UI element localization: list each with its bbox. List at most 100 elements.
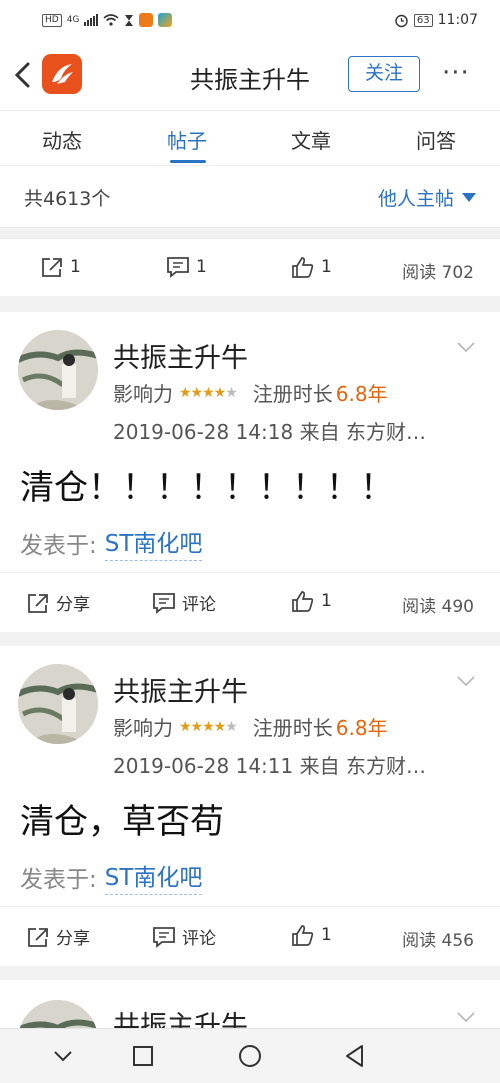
influence-label: 影响力 [113, 716, 173, 740]
avatar-painting-image [18, 664, 98, 744]
status-left: HD 4G [42, 13, 173, 27]
influence-stars: ★★★★★ [179, 384, 238, 401]
chevron-down-icon[interactable] [456, 1010, 476, 1024]
clock: 11:07 [437, 12, 478, 28]
post-time-source: 2019-06-28 14:11 来自 东方财… [113, 754, 426, 778]
username[interactable]: 共振主升牛 [113, 336, 248, 375]
user-meta: 影响力 ★★★★★ 注册时长 6.8年 [113, 712, 388, 741]
status-bar: HD 4G 63 11:07 [0, 0, 500, 40]
tab-qa[interactable]: 问答 [416, 125, 456, 154]
chevron-down-icon[interactable] [456, 340, 476, 354]
avatar-painting-image [18, 330, 98, 410]
share-label: 分享 [56, 929, 90, 949]
post-card[interactable]: 共振主升牛 影响力 ★★★★★ 注册时长 6.8年 2019-06-28 14:… [0, 312, 500, 632]
user-meta: 影响力 ★★★★★ 注册时长 6.8年 [113, 378, 388, 407]
post-content[interactable]: 清仓，草否苟 [20, 794, 224, 843]
status-right: 63 11:07 [394, 12, 478, 28]
title-bar: 共振主升牛 关注 ··· [0, 40, 500, 110]
post-actions-top: 1 1 1 阅读 702 [0, 238, 500, 296]
active-tab-indicator [170, 160, 206, 163]
share-count: 1 [70, 257, 81, 277]
thumbs-up-icon [292, 925, 314, 946]
comment-icon [153, 926, 175, 948]
comment-label: 评论 [182, 595, 216, 615]
count-bar: 共4613个 他人主帖 [0, 166, 500, 228]
nav-home-icon[interactable] [237, 1043, 263, 1069]
share-icon [28, 927, 48, 947]
like-button[interactable]: 1 [291, 924, 332, 946]
post-actions: 分享 评论 1 阅读 490 [0, 572, 500, 630]
wifi-icon [103, 14, 119, 26]
like-button[interactable]: 1 [291, 590, 332, 612]
comment-button[interactable]: 评论 [152, 590, 216, 615]
read-count: 阅读 702 [402, 263, 474, 283]
share-icon [28, 593, 48, 613]
posted-in-row: 发表于: ST南化吧 [20, 524, 203, 561]
posted-in-label: 发表于: [20, 866, 97, 893]
bar-link[interactable]: ST南化吧 [104, 858, 203, 895]
eastmoney-logo-icon [52, 64, 73, 84]
posted-in-label: 发表于: [20, 532, 97, 559]
app-notification-icon [139, 13, 154, 27]
influence-stars: ★★★★★ [179, 718, 238, 735]
hd-badge: HD [42, 13, 62, 27]
nav-recents-icon[interactable] [130, 1043, 156, 1069]
register-value: 6.8年 [335, 716, 388, 740]
username[interactable]: 共振主升牛 [113, 670, 248, 709]
register-label: 注册时长 [252, 382, 333, 406]
read-count: 阅读 456 [402, 931, 474, 951]
comment-button[interactable]: 评论 [152, 924, 216, 949]
app-notification-icon-2 [158, 13, 173, 27]
back-button[interactable] [12, 58, 40, 92]
network-type: 4G [66, 15, 80, 25]
post-count: 共4613个 [24, 188, 111, 210]
post-content[interactable]: 清仓！！！！！！！！！ [20, 460, 394, 509]
thumbs-up-icon [292, 257, 314, 278]
like-count: 1 [321, 925, 332, 945]
filter-dropdown[interactable]: 他人主帖 [378, 184, 476, 211]
battery-level: 63 [413, 13, 433, 27]
chevron-down-icon[interactable] [456, 674, 476, 688]
bar-link[interactable]: ST南化吧 [104, 524, 203, 561]
system-navigation-bar [0, 1028, 500, 1083]
comment-icon [167, 257, 189, 278]
avatar[interactable] [18, 664, 98, 744]
comment-label: 评论 [182, 929, 216, 949]
post-card[interactable]: 共振主升牛 影响力 ★★★★★ 注册时长 6.8年 2019-06-28 14:… [0, 646, 500, 966]
avatar[interactable] [18, 330, 98, 410]
comment-icon [153, 592, 175, 614]
page-title: 共振主升牛 [190, 66, 310, 94]
filter-label: 他人主帖 [377, 188, 454, 210]
share-icon [42, 258, 62, 277]
comment-button[interactable]: 1 [166, 256, 207, 278]
tab-posts[interactable]: 帖子 [167, 125, 207, 154]
influence-label: 影响力 [113, 382, 173, 406]
nav-collapse-icon[interactable] [50, 1043, 76, 1069]
register-label: 注册时长 [252, 716, 333, 740]
share-button[interactable]: 分享 [26, 590, 90, 615]
post-time-source: 2019-06-28 14:18 来自 东方财… [113, 420, 426, 444]
alarm-icon [395, 14, 408, 27]
like-button[interactable]: 1 [291, 256, 332, 278]
like-count: 1 [321, 591, 332, 611]
follow-button[interactable]: 关注 [348, 56, 420, 92]
share-button[interactable]: 分享 [26, 924, 90, 949]
thumbs-up-icon [292, 591, 314, 612]
tab-bar: 动态 帖子 文章 问答 [0, 110, 500, 166]
read-count: 阅读 490 [402, 597, 474, 617]
tab-articles[interactable]: 文章 [291, 125, 331, 154]
post-actions: 分享 评论 1 阅读 456 [0, 906, 500, 964]
chevron-left-icon [14, 62, 30, 88]
signal-icon [84, 14, 99, 26]
comment-count: 1 [196, 257, 207, 277]
hourglass-icon [125, 14, 134, 26]
share-button[interactable]: 1 [40, 256, 81, 278]
share-label: 分享 [56, 595, 90, 615]
more-options-button[interactable]: ··· [442, 60, 470, 86]
tab-dynamics[interactable]: 动态 [42, 125, 82, 154]
caret-down-icon [462, 193, 476, 202]
nav-back-icon[interactable] [342, 1043, 368, 1069]
app-logo [42, 54, 82, 94]
register-value: 6.8年 [335, 382, 388, 406]
like-count: 1 [321, 257, 332, 277]
